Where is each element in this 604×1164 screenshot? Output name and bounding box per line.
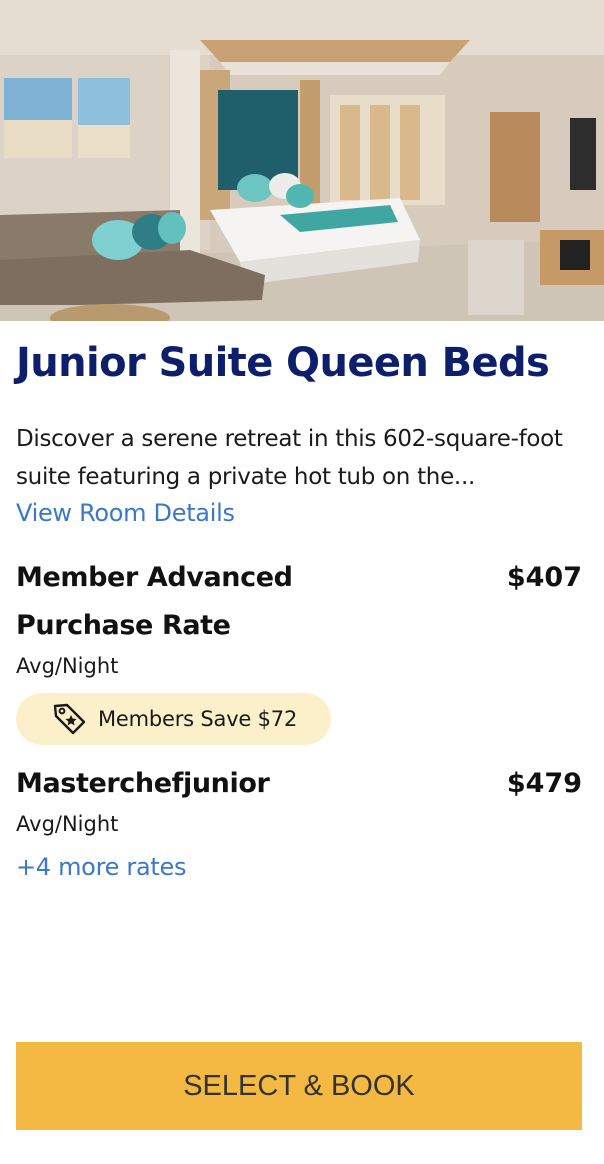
rate-price: $479 (506, 768, 582, 799)
room-card: Junior Suite Queen Beds Discover a seren… (0, 0, 604, 1164)
members-save-text: Members Save $72 (98, 707, 298, 731)
rate-price: $407 (506, 562, 582, 593)
room-photo[interactable] (0, 0, 604, 321)
price-tag-icon (52, 701, 88, 737)
room-description: Discover a serene retreat in this 602-sq… (16, 426, 563, 490)
view-room-details-link[interactable]: View Room Details (16, 497, 235, 529)
rate-per-night-label: Avg/Night (16, 812, 119, 836)
more-rates-link[interactable]: +4 more rates (16, 851, 186, 883)
room-photo-illustration (0, 0, 604, 321)
rate-name[interactable]: Member Advanced Purchase Rate (16, 554, 396, 650)
members-save-badge: Members Save $72 (16, 693, 331, 745)
select-and-book-button[interactable]: SELECT & BOOK (16, 1042, 582, 1130)
rate-name[interactable]: Masterchefjunior (16, 760, 396, 808)
rate-per-night-label: Avg/Night (16, 654, 119, 678)
room-title: Junior Suite Queen Beds (16, 340, 550, 386)
